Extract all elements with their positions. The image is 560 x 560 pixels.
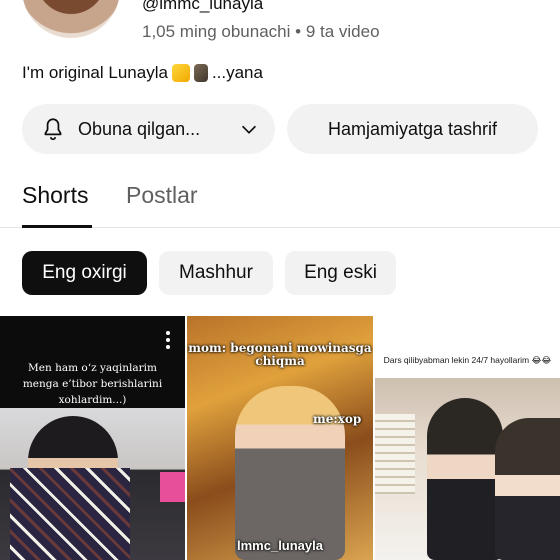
subscriber-count: 1,05 ming obunachi [142,22,291,41]
active-tab-indicator [22,225,92,228]
short-thumbnail[interactable]: Dars qilibyabman lekin 24/7 hayollarim 😂… [375,316,560,560]
channel-tabs: Shorts Postlar [0,170,560,228]
short-thumbnail[interactable]: Men ham o‘z yaqinlarim menga e’tibor ber… [0,316,185,560]
channel-meta: 1,05 ming obunachi • 9 ta video [142,22,380,42]
channel-header: @lmmc_lunayla 1,05 ming obunachi • 9 ta … [0,0,560,100]
short-caption: mom: begonani mowinasga chiqma [188,341,372,368]
chevron-down-icon [241,125,257,134]
filter-chip-latest[interactable]: Eng oxirgi [22,251,147,295]
community-button[interactable]: Hamjamiyatga tashrif [287,104,538,154]
short-image [375,378,560,560]
subscribed-button[interactable]: Obuna qilgan... [22,104,275,154]
subscribed-label: Obuna qilgan... [78,118,201,139]
pink-object [160,472,185,502]
description-text: I'm original Lunayla [22,63,168,82]
filter-chip-oldest[interactable]: Eng eski [285,251,396,295]
person-figure [495,418,560,560]
book-stack [375,414,415,494]
argyle-vest [10,468,130,560]
avatar[interactable] [22,0,120,38]
tab-shorts[interactable]: Shorts [22,182,88,209]
bell-icon [44,118,62,141]
short-caption: Dars qilibyabman lekin 24/7 hayollarim 😂… [383,355,552,365]
video-count: 9 ta video [305,22,380,41]
short-thumbnail[interactable]: mom: begonani mowinasga chiqma me:xop lm… [187,316,373,560]
meta-separator: • [295,22,302,41]
moai-emoji-icon [193,64,208,82]
short-caption: Men ham o‘z yaqinlarim menga e’tibor ber… [22,362,163,406]
shorts-grid: Men ham o‘z yaqinlarim menga e’tibor ber… [0,316,560,560]
tab-postlar[interactable]: Postlar [126,182,198,209]
channel-description[interactable]: I'm original Lunayla ...yana [22,63,263,83]
short-watermark: lmmc_lunayla [237,538,323,553]
person-figure [427,398,503,560]
nail-polish-emoji-icon [171,64,190,82]
short-overlay-text: me:xop [313,412,362,426]
channel-handle: @lmmc_lunayla [142,0,264,13]
filter-chip-popular[interactable]: Mashhur [159,251,273,295]
community-label: Hamjamiyatga tashrif [327,118,498,139]
description-more[interactable]: ...yana [212,63,263,83]
short-image [0,408,185,560]
more-vert-icon[interactable] [165,330,171,350]
